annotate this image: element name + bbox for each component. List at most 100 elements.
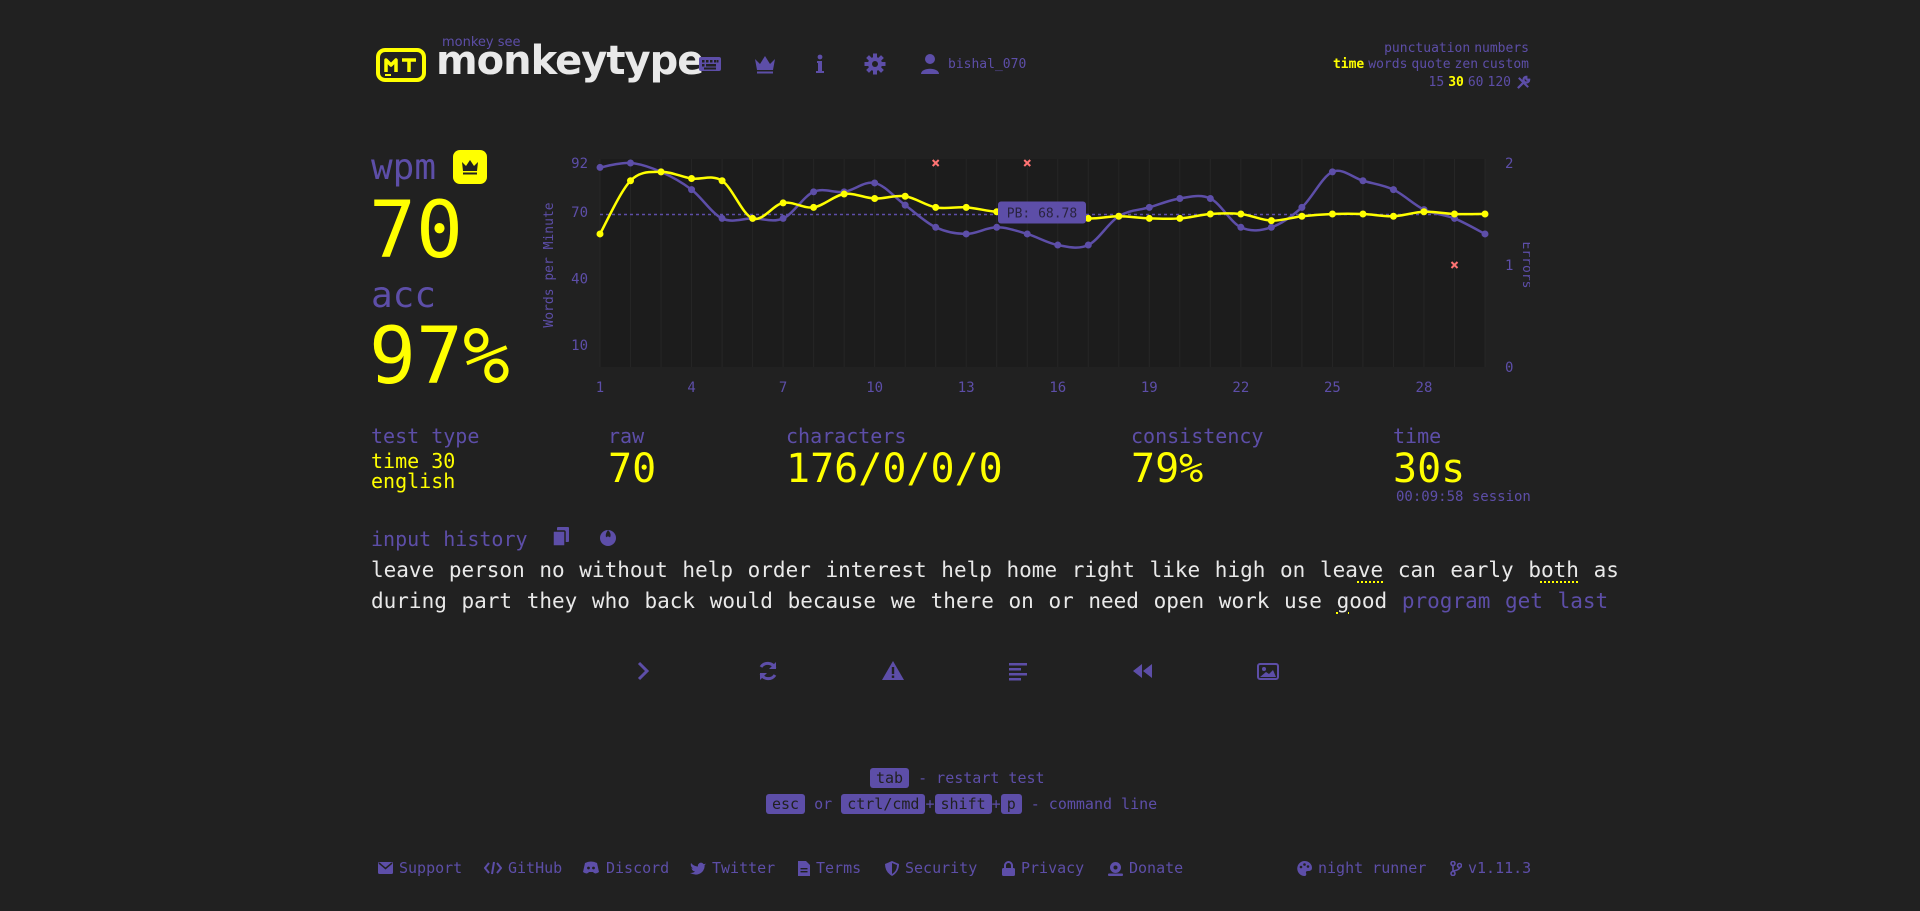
config-punctuation[interactable]: punctuation — [1384, 41, 1470, 56]
chart-x-tick: 1 — [596, 380, 604, 396]
chart-point-raw — [993, 223, 1001, 231]
next-test-icon[interactable] — [631, 659, 655, 683]
footer-donate-label: Donate — [1129, 859, 1184, 877]
characters-value: 176/0/0/0 — [786, 446, 1003, 492]
footer-donate[interactable]: Donate — [1108, 859, 1183, 877]
words-missed: program get last — [1401, 589, 1609, 613]
crown-icon[interactable] — [753, 52, 777, 76]
word-with-error: both — [1528, 558, 1579, 582]
chart-point-raw — [932, 223, 940, 231]
footer-theme[interactable]: night runner — [1297, 859, 1426, 877]
footer-support[interactable]: Support — [378, 859, 462, 877]
test-type-line1: time 30 — [371, 449, 456, 473]
chart-point-raw — [1298, 203, 1306, 211]
keytip-restart-text: - restart test — [918, 769, 1045, 787]
code-icon — [484, 861, 502, 875]
chart-point-raw — [901, 201, 909, 209]
donate-icon — [1108, 861, 1123, 876]
shift-key: shift — [934, 794, 992, 814]
chart-point-wpm — [1145, 214, 1153, 222]
footer-discord[interactable]: Discord — [582, 859, 669, 877]
chart-point-raw — [596, 163, 604, 171]
config-mode-words[interactable]: words — [1368, 57, 1407, 72]
shield-icon — [885, 860, 899, 876]
user-icon[interactable] — [918, 52, 942, 76]
chart-point-raw — [1054, 241, 1062, 249]
logo-icon[interactable] — [376, 48, 426, 82]
practice-words-icon[interactable] — [1006, 659, 1030, 683]
heatmap-icon[interactable] — [598, 527, 618, 547]
words-typed: can early — [1397, 558, 1514, 582]
words-typed: leave person no without help order inter… — [371, 558, 1306, 582]
chart-x-tick: 13 — [958, 380, 975, 396]
chart-point-wpm — [1237, 210, 1245, 218]
chart-point-wpm — [596, 230, 604, 238]
chart-point-wpm — [627, 177, 635, 185]
chart-x-tick: 19 — [1141, 380, 1158, 396]
chart-point-raw — [627, 159, 635, 167]
test-type-label: test type — [371, 424, 480, 448]
p-key: p — [1000, 794, 1022, 814]
chart-y-tick: 92 — [571, 156, 588, 172]
footer-privacy[interactable]: Privacy — [1002, 859, 1084, 877]
footer-security[interactable]: Security — [885, 859, 977, 877]
word-typed: as — [1593, 558, 1619, 582]
config-mode-custom[interactable]: custom — [1482, 57, 1529, 72]
chart-point-wpm — [1267, 217, 1275, 225]
discord-icon — [583, 861, 599, 874]
warning-icon[interactable] — [881, 659, 905, 683]
chart-x-tick: 28 — [1416, 380, 1433, 396]
footer-version[interactable]: v1.11.3 — [1450, 859, 1531, 877]
wpm-label: wpm — [371, 147, 437, 188]
chart-point-raw — [1389, 186, 1397, 194]
raw-label: raw — [608, 424, 645, 448]
footer-terms-label: Terms — [816, 859, 862, 877]
chart-point-raw — [1145, 203, 1153, 211]
footer-security-label: Security — [905, 859, 978, 877]
chart-point-raw — [1481, 230, 1489, 238]
restart-icon[interactable] — [756, 659, 780, 683]
wpm-chart[interactable]: 10 40 70 92 0 1 2 1 4 7 10 13 16 19 22 25 28 Words per Mi… — [530, 145, 1530, 405]
footer-discord-label: Discord — [606, 859, 670, 877]
config-mode-quote[interactable]: quote — [1411, 57, 1450, 72]
footer-privacy-label: Privacy — [1021, 859, 1085, 877]
chart-point-wpm — [1206, 210, 1214, 218]
chart-point-raw — [718, 214, 726, 222]
wrench-icon[interactable] — [1516, 75, 1531, 90]
keytip-plus: + — [991, 795, 1001, 813]
chart-point-wpm — [1359, 210, 1367, 218]
copy-icon[interactable] — [552, 527, 570, 547]
chart-point-wpm — [749, 214, 757, 222]
footer-terms[interactable]: Terms — [798, 859, 861, 877]
screenshot-icon[interactable] — [1256, 659, 1280, 683]
consistency-label: consistency — [1131, 424, 1264, 448]
chart-point-wpm — [1176, 214, 1184, 222]
info-icon[interactable] — [808, 52, 832, 76]
replay-icon[interactable] — [1131, 659, 1155, 683]
test-type-line2: english — [371, 469, 456, 493]
chart-point-raw — [1176, 194, 1184, 202]
config-mode-zen[interactable]: zen — [1455, 57, 1478, 72]
footer-github[interactable]: GitHub — [484, 859, 562, 877]
gear-icon[interactable] — [863, 52, 887, 76]
config-time-120[interactable]: 120 — [1488, 75, 1511, 90]
config-time-60[interactable]: 60 — [1468, 75, 1484, 90]
chart-point-raw — [1267, 223, 1275, 231]
chart-point-wpm — [688, 175, 696, 183]
chart-x-tick: 10 — [866, 380, 883, 396]
crown-icon — [462, 160, 478, 175]
config-time-30[interactable]: 30 — [1448, 75, 1464, 90]
chart-x-tick: 4 — [687, 380, 695, 396]
config-time-15[interactable]: 15 — [1429, 75, 1445, 90]
config-numbers[interactable]: numbers — [1474, 41, 1529, 56]
keyboard-icon[interactable] — [698, 52, 722, 76]
chart-y2-tick: 0 — [1505, 360, 1513, 376]
footer-theme-label: night runner — [1318, 859, 1427, 877]
ctrl-key: ctrl/cmd — [841, 794, 926, 814]
config-mode-time[interactable]: time — [1333, 57, 1364, 72]
chart-x-tick: 25 — [1324, 380, 1341, 396]
chart-y-axis-label: Words per Minute — [542, 202, 557, 327]
logo-text[interactable]: monkeytype — [436, 38, 704, 84]
footer-twitter[interactable]: Twitter — [690, 859, 775, 877]
username[interactable]: bishal_070 — [948, 57, 1026, 72]
